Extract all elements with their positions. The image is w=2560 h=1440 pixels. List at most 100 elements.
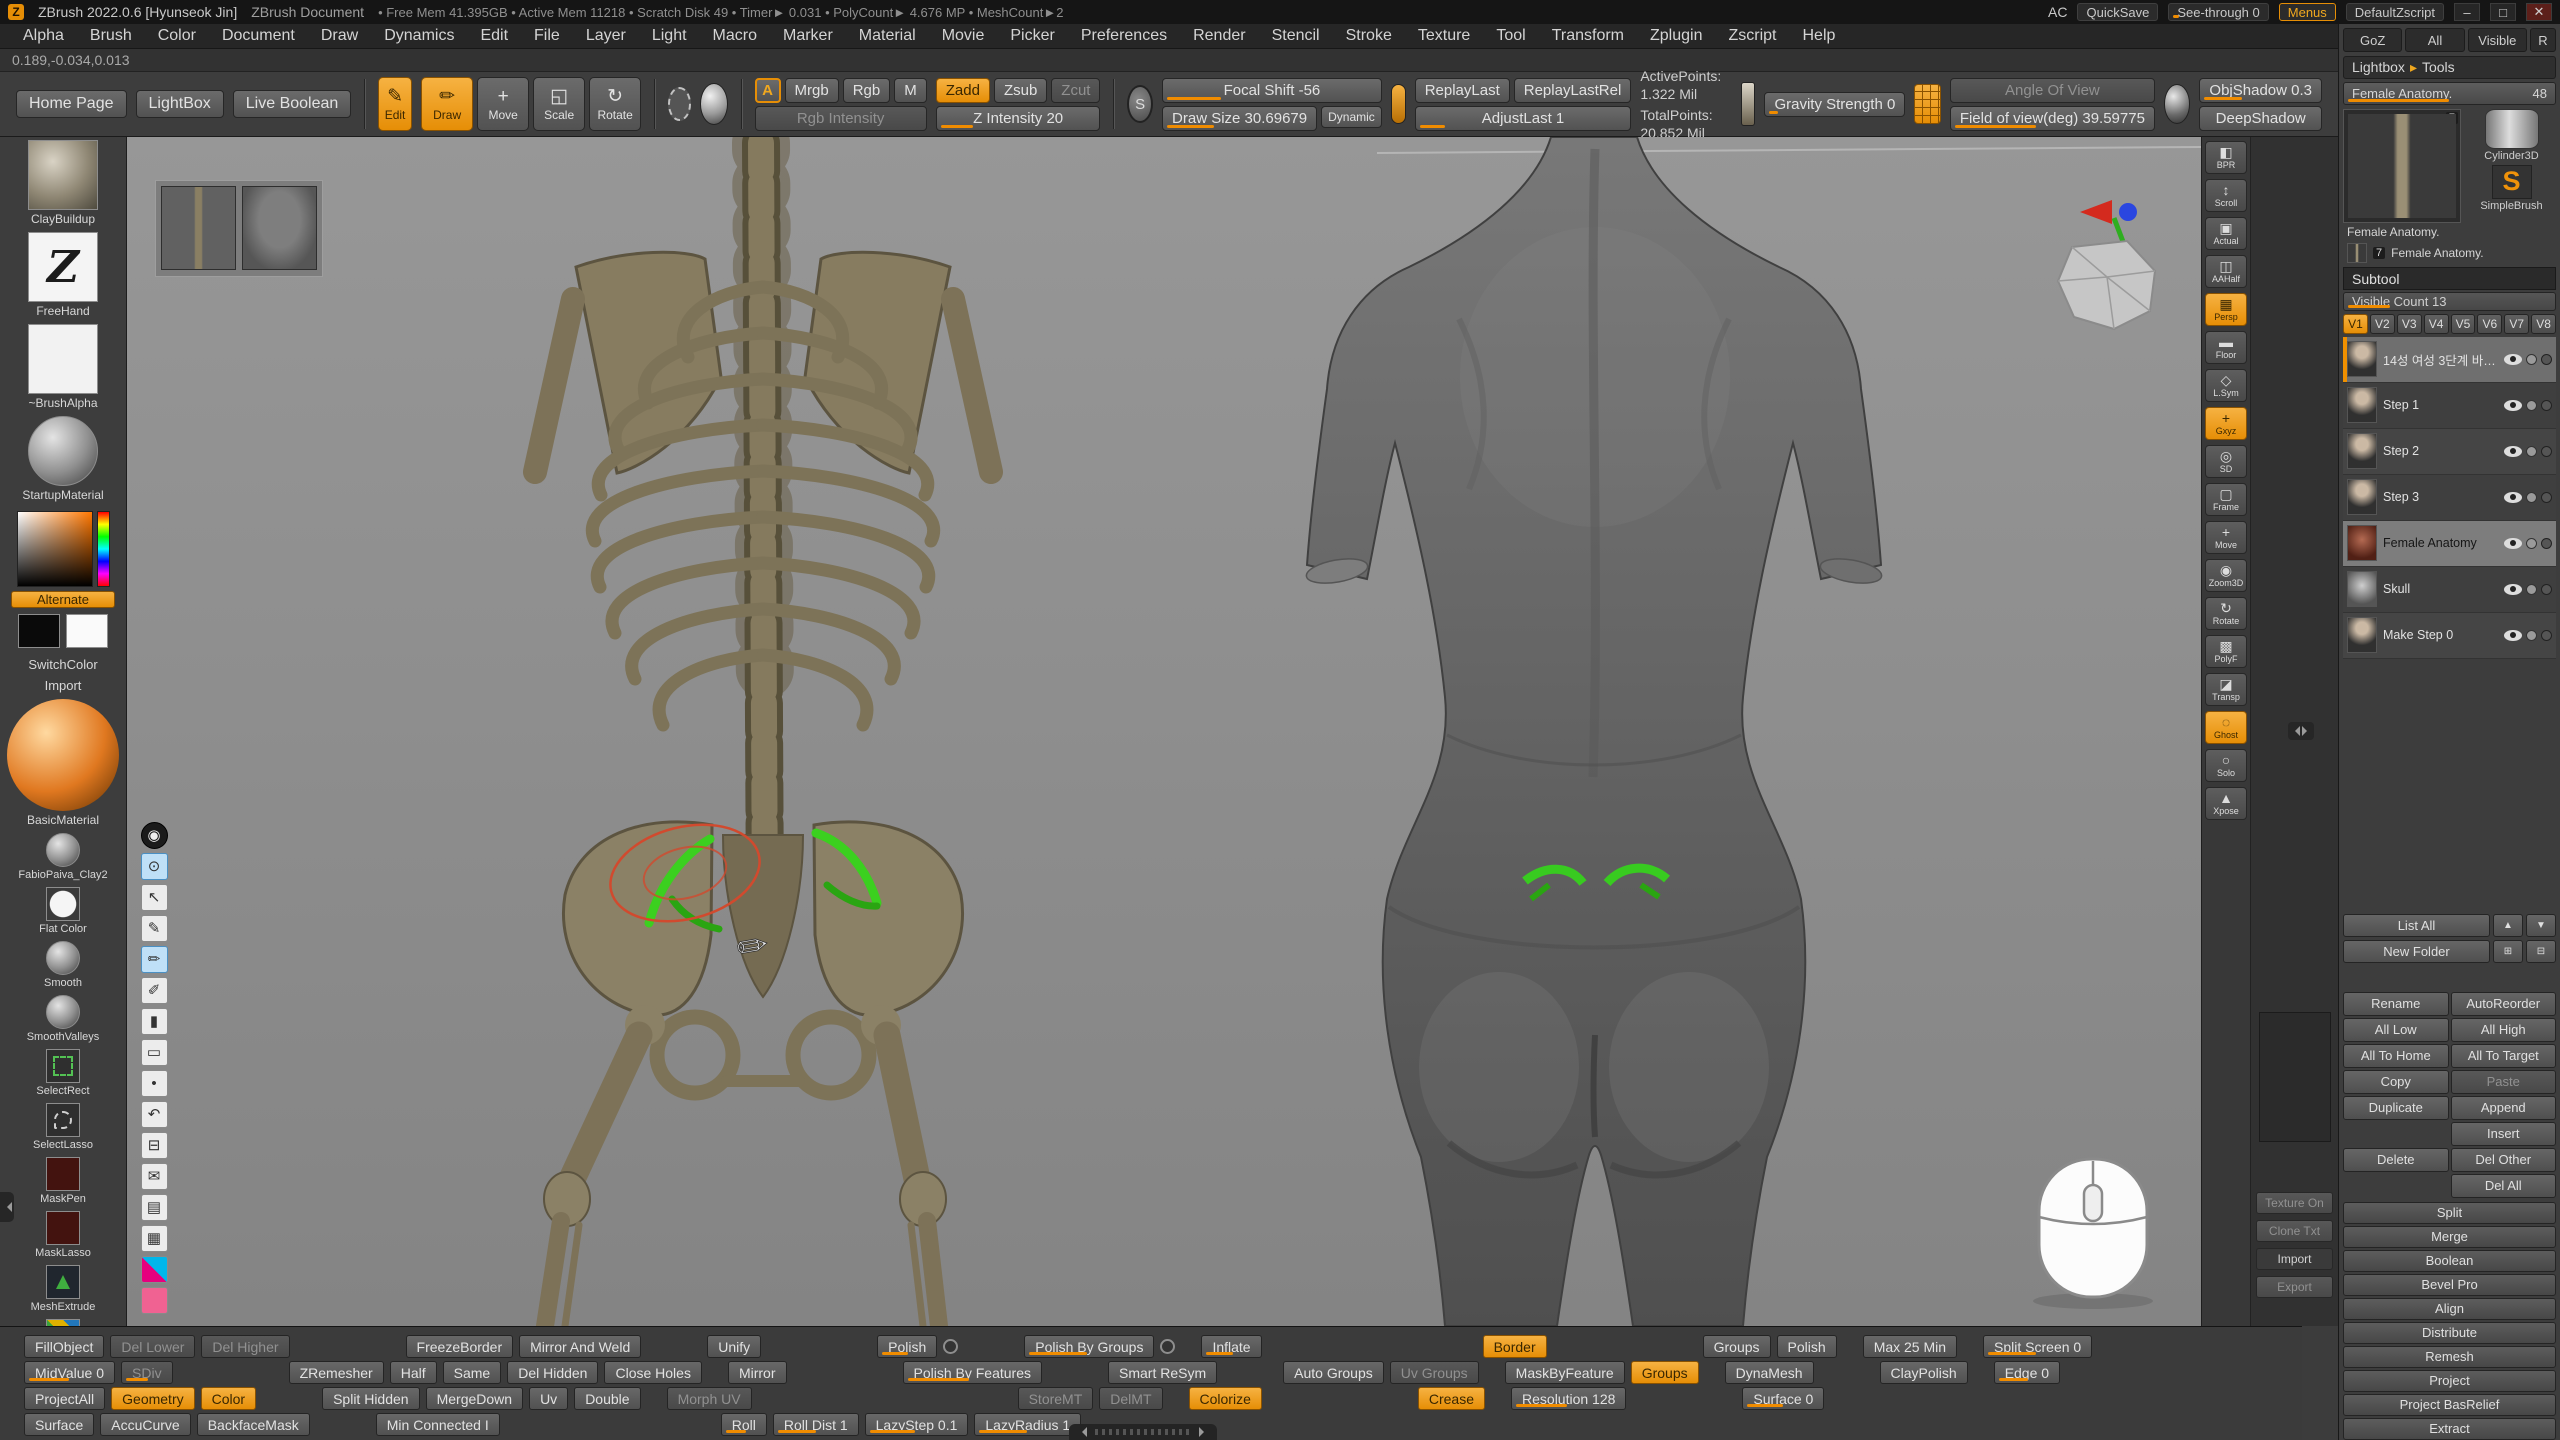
right-shelf-button[interactable]: ◉ Zoom3D — [2205, 559, 2247, 592]
palette-icon[interactable] — [141, 1256, 168, 1283]
brush-slot[interactable]: ~BrushAlpha — [28, 324, 98, 410]
switchcolor-button[interactable]: SwitchColor — [22, 656, 103, 673]
brush-slot[interactable]: StartupMaterial — [22, 416, 103, 502]
lightbox-button[interactable]: LightBox — [136, 90, 224, 118]
tray-button[interactable]: SDiv — [121, 1361, 173, 1384]
subtool-action-button[interactable]: Rename — [2343, 992, 2449, 1016]
right-shelf-button[interactable]: ◎ SD — [2205, 445, 2247, 478]
pen-x-icon[interactable]: ✎ — [141, 915, 168, 942]
tray-button[interactable]: Color — [201, 1387, 256, 1410]
14성 여성 3단계 바디 각상 - [전완][interactable]: 14성 여성 3단계 바디 각상 - [전완] — [2343, 337, 2556, 383]
default-zscript-button[interactable]: DefaultZscript — [2346, 3, 2444, 21]
see-through-slider[interactable]: See-through 0 — [2168, 3, 2268, 21]
secondary-color-swatch[interactable] — [66, 614, 108, 648]
subtool-header[interactable]: Subtool — [2343, 267, 2556, 290]
tray-button[interactable]: Polish — [877, 1335, 937, 1358]
right-shelf-button[interactable]: ▦ Persp — [2205, 293, 2247, 326]
right-shelf-button[interactable]: ↕ Scroll — [2205, 179, 2247, 212]
rgb-intensity-slider[interactable]: Rgb Intensity — [755, 106, 927, 131]
menu-item[interactable]: Transform — [1539, 24, 1637, 48]
recent-tool-row[interactable]: 7 Female Anatomy. — [2343, 241, 2556, 266]
obj-shadow-slider[interactable]: ObjShadow 0.3 — [2199, 78, 2322, 103]
dynamic-toggle[interactable]: Dynamic — [1321, 106, 1382, 128]
menu-item[interactable]: Document — [209, 24, 308, 48]
material-slot[interactable]: MeshExtrude — [31, 1265, 96, 1313]
tray-button[interactable]: Split Hidden — [322, 1387, 420, 1410]
sculpt-mode-button[interactable]: Zcut — [1051, 78, 1100, 103]
right-shelf-button[interactable]: ↻ Rotate — [2205, 597, 2247, 630]
subtool-section-button[interactable]: Split — [2343, 1202, 2556, 1224]
eye-icon[interactable]: ⊙ — [141, 853, 168, 880]
right-shelf-button[interactable]: + Gxyz — [2205, 407, 2247, 440]
version-tab[interactable]: V8 — [2531, 314, 2556, 334]
new-folder-button[interactable]: New Folder — [2343, 940, 2490, 963]
tray-button[interactable]: Del Lower — [110, 1335, 195, 1358]
tray-button[interactable]: Roll Dist 1 — [773, 1413, 859, 1436]
tray-button[interactable]: StoreMT — [1018, 1387, 1094, 1410]
subtool-action-button[interactable]: Delete — [2343, 1148, 2449, 1172]
sculpt-mode-button[interactable]: Zsub — [994, 78, 1047, 103]
draw-size-slider[interactable]: Draw Size 30.69679 — [1162, 106, 1317, 131]
subtool-section-button[interactable]: Distribute — [2343, 1322, 2556, 1344]
deep-shadow-button[interactable]: DeepShadow — [2199, 106, 2322, 131]
subtool-action-button[interactable]: Del Other — [2451, 1148, 2557, 1172]
tools-label[interactable]: Tools — [2422, 59, 2455, 75]
current-tool-slider[interactable]: Female Anatomy. 48 — [2343, 82, 2556, 105]
folder-expand-button[interactable]: ⊞ — [2493, 940, 2523, 963]
version-tab[interactable]: V6 — [2477, 314, 2502, 334]
swatch-icon[interactable] — [141, 1287, 168, 1314]
menu-item[interactable]: Help — [1789, 24, 1848, 48]
texture-menu-item[interactable]: Clone Txt — [2256, 1220, 2333, 1242]
material-slot[interactable]: BasicMaterial — [7, 699, 119, 827]
adjust-last-slider[interactable]: AdjustLast 1 — [1415, 106, 1632, 131]
left-tray-collapse-arrow[interactable] — [0, 1192, 14, 1222]
shadow-icon[interactable] — [2164, 84, 2190, 124]
color-mode-button[interactable]: M — [894, 78, 927, 103]
angle-of-view-icon[interactable] — [1914, 84, 1940, 124]
tray-button[interactable]: Morph UV — [667, 1387, 752, 1410]
tray-button[interactable]: FreezeBorder — [406, 1335, 514, 1358]
tray-button[interactable]: LazyStep 0.1 — [865, 1413, 969, 1436]
right-shelf-button[interactable]: ◇ L.Sym — [2205, 369, 2247, 402]
tray-button[interactable]: BackfaceMask — [197, 1413, 310, 1436]
pen-icon[interactable]: ✏ — [141, 946, 168, 973]
subtool-section-button[interactable]: Remesh — [2343, 1346, 2556, 1368]
viewport-canvas[interactable]: ✐ — [127, 137, 2201, 1326]
material-slot[interactable]: FabioPaiva_Clay2 — [18, 833, 107, 881]
trash-icon[interactable]: ⊟ — [141, 1132, 168, 1159]
clipboard-icon[interactable]: ▦ — [141, 1225, 168, 1252]
tray-button[interactable]: AccuCurve — [100, 1413, 190, 1436]
visibility-eye-icon[interactable] — [2504, 584, 2522, 595]
recent-tool-thumbnail[interactable] — [2347, 243, 2367, 263]
gravity-icon[interactable] — [1741, 82, 1756, 126]
material-preview-icon[interactable] — [700, 83, 728, 125]
marker-icon[interactable]: ▮ — [141, 1008, 168, 1035]
polypaint-icon[interactable] — [2526, 630, 2537, 641]
live-boolean-button[interactable]: Live Boolean — [233, 90, 352, 118]
right-shelf-button[interactable]: ▲ Xpose — [2205, 787, 2247, 820]
tray-button[interactable] — [943, 1339, 958, 1354]
tray-button[interactable]: Del Hidden — [507, 1361, 598, 1384]
material-slot[interactable]: SelectLasso — [33, 1103, 93, 1151]
visibility-eye-icon[interactable] — [2504, 538, 2522, 549]
Step 1[interactable]: Step 1 — [2343, 383, 2556, 429]
menu-item[interactable]: File — [521, 24, 573, 48]
tray-button[interactable]: Colorize — [1189, 1387, 1262, 1410]
saturation-square[interactable] — [17, 511, 93, 587]
menu-item[interactable]: Color — [145, 24, 209, 48]
tray-button[interactable]: Inflate — [1201, 1335, 1261, 1358]
subtool-section-button[interactable]: Project — [2343, 1370, 2556, 1392]
shader-icon[interactable] — [2541, 584, 2552, 595]
color-mode-button[interactable]: Rgb — [843, 78, 891, 103]
tray-button[interactable]: Same — [443, 1361, 502, 1384]
panel-top-button[interactable]: Visible — [2468, 28, 2527, 52]
sculpt-viewport[interactable]: ✐ — [127, 137, 2201, 1326]
tray-button[interactable]: FillObject — [24, 1335, 104, 1358]
material-slot[interactable]: MeshProject — [32, 1319, 93, 1326]
right-shelf-button[interactable]: ▣ Actual — [2205, 217, 2247, 250]
subtool-action-button[interactable]: All To Home — [2343, 1044, 2449, 1068]
main-color-swatch[interactable] — [18, 614, 60, 648]
dot-icon[interactable]: • — [141, 1070, 168, 1097]
subtool-action-button[interactable]: Paste — [2451, 1070, 2557, 1094]
tray-button[interactable]: MaskByFeature — [1505, 1361, 1625, 1384]
